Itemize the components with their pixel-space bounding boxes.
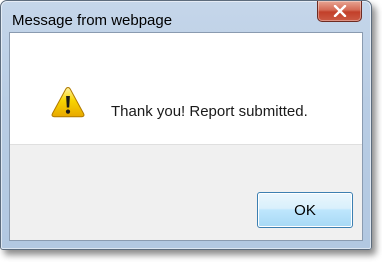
button-area: OK bbox=[10, 144, 362, 240]
message-dialog-window: Message from webpage Thank you! Report s… bbox=[0, 0, 372, 250]
message-area: Thank you! Report submitted. bbox=[10, 33, 362, 144]
window-title: Message from webpage bbox=[12, 12, 173, 29]
close-button[interactable] bbox=[317, 1, 362, 22]
dialog-client-area: Thank you! Report submitted. OK bbox=[9, 32, 363, 241]
title-bar[interactable]: Message from webpage bbox=[1, 1, 371, 33]
message-text: Thank you! Report submitted. bbox=[111, 103, 308, 120]
warning-icon bbox=[51, 86, 85, 118]
ok-button[interactable]: OK bbox=[257, 192, 353, 228]
close-x-icon bbox=[333, 5, 346, 17]
